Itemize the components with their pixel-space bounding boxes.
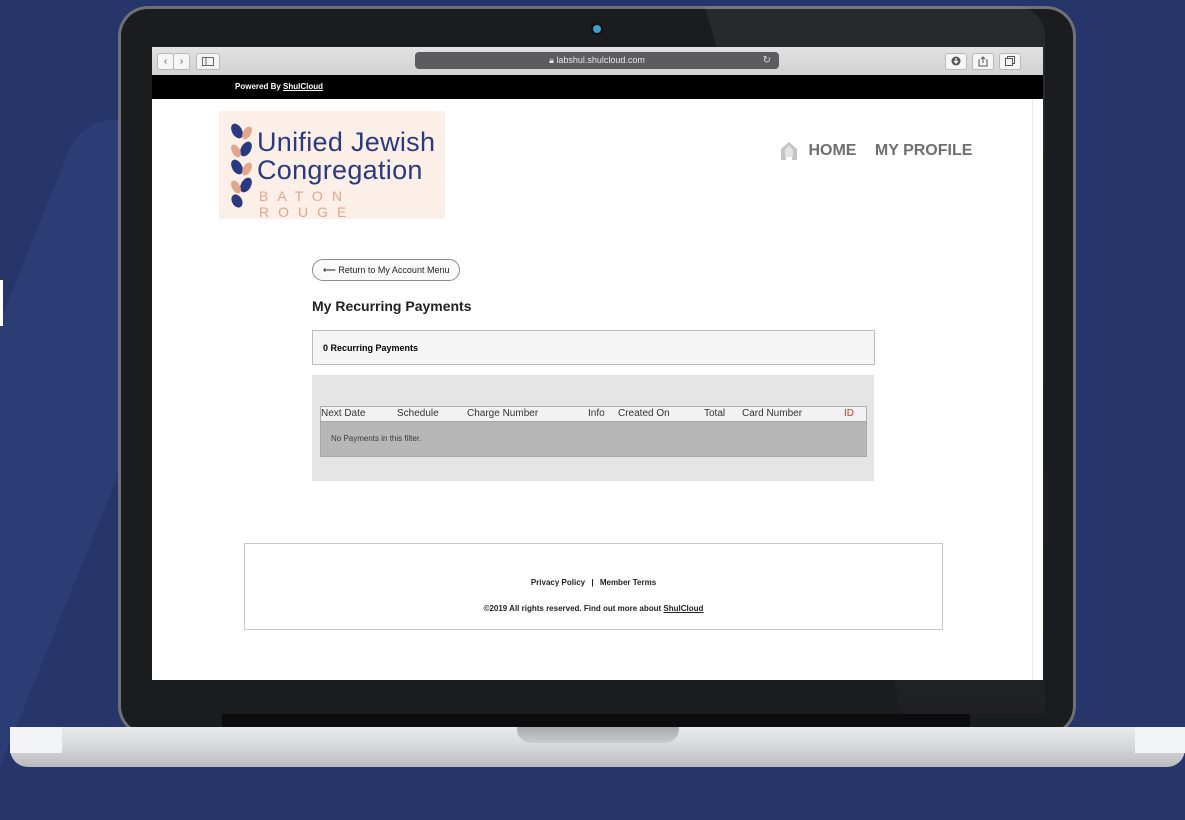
member-terms-link[interactable]: Member Terms — [600, 578, 656, 587]
shulcloud-link[interactable]: ShulCloud — [283, 82, 323, 91]
nav-my-profile[interactable]: MY PROFILE — [875, 142, 973, 160]
col-charge-number[interactable]: Charge Number — [467, 408, 538, 419]
logo-line-1: Unified Jewish — [257, 127, 436, 157]
wheat-logo-icon — [231, 123, 252, 208]
scrollbar-track[interactable] — [1032, 99, 1033, 680]
download-button[interactable] — [945, 53, 967, 70]
tabs-icon — [1005, 56, 1015, 66]
logo-line-2: Congregation — [257, 155, 423, 185]
download-icon — [951, 56, 961, 66]
recurring-count-label: 0 Recurring Payments — [323, 343, 419, 353]
sidebar-button[interactable] — [196, 53, 220, 70]
browser-window: ‹ › 🔒︎ labshul.shulcloud.com ↻ Powered B… — [152, 47, 1043, 680]
chevron-left-icon: ‹ — [163, 56, 168, 67]
copyright-text: ©2019 All rights reserved. Find out more… — [483, 604, 664, 613]
privacy-policy-link[interactable]: Privacy Policy — [531, 578, 585, 587]
background-accent — [0, 280, 3, 326]
laptop-base-highlight-right — [1135, 727, 1185, 753]
footer-separator: | — [591, 578, 594, 587]
laptop-base-highlight-left — [10, 727, 62, 753]
back-button[interactable]: ‹ — [157, 53, 174, 70]
footer-copyright: ©2019 All rights reserved. Find out more… — [245, 604, 942, 613]
col-next-date[interactable]: Next Date — [321, 408, 365, 419]
laptop-hinge — [222, 714, 970, 728]
share-icon — [978, 56, 988, 67]
col-schedule[interactable]: Schedule — [397, 408, 439, 419]
footer-links: Privacy Policy | Member Terms — [245, 578, 942, 587]
site-footer: Privacy Policy | Member Terms ©2019 All … — [244, 543, 943, 630]
recurring-count-box: 0 Recurring Payments — [312, 330, 875, 365]
return-to-account-menu-button[interactable]: ⟵ Return to My Account Menu — [312, 259, 461, 281]
congregation-logo[interactable]: Unified Jewish Congregation BATON ROUGE — [219, 111, 445, 220]
footer-shulcloud-link[interactable]: ShulCloud — [663, 604, 703, 613]
forward-button[interactable]: › — [173, 53, 190, 70]
nav-home[interactable]: HOME — [808, 142, 856, 160]
address-bar[interactable]: 🔒︎ labshul.shulcloud.com ↻ — [415, 52, 779, 69]
col-total[interactable]: Total — [704, 408, 725, 419]
reload-icon[interactable]: ↻ — [763, 52, 771, 69]
empty-message: No Payments in this filter. — [331, 434, 422, 443]
powered-by-bar: Powered By ShulCloud — [152, 75, 1043, 99]
url-text: labshul.shulcloud.com — [556, 55, 645, 65]
payments-table-panel: Next Date Schedule Charge Number Info Cr… — [312, 375, 874, 481]
laptop-notch — [517, 727, 679, 743]
col-card-number[interactable]: Card Number — [742, 408, 802, 419]
share-button[interactable] — [972, 53, 994, 70]
camera-icon — [593, 25, 601, 33]
logo-line-3: BATON ROUGE — [259, 188, 356, 220]
col-info[interactable]: Info — [588, 408, 605, 419]
sidebar-icon — [202, 57, 214, 66]
tabs-button[interactable] — [999, 53, 1021, 70]
col-id[interactable]: ID — [844, 408, 854, 419]
page-title: My Recurring Payments — [312, 298, 472, 314]
powered-by-text: Powered By ShulCloud — [235, 82, 323, 91]
main-nav: HOME MY PROFILE — [780, 141, 986, 161]
table-header: Next Date Schedule Charge Number Info Cr… — [320, 406, 867, 422]
browser-toolbar: ‹ › 🔒︎ labshul.shulcloud.com ↻ — [152, 47, 1043, 76]
col-created-on[interactable]: Created On — [618, 408, 670, 419]
home-icon[interactable] — [780, 141, 798, 161]
table-row: No Payments in this filter. — [320, 421, 867, 457]
powered-by-prefix: Powered By — [235, 82, 284, 91]
chevron-right-icon: › — [179, 56, 184, 67]
